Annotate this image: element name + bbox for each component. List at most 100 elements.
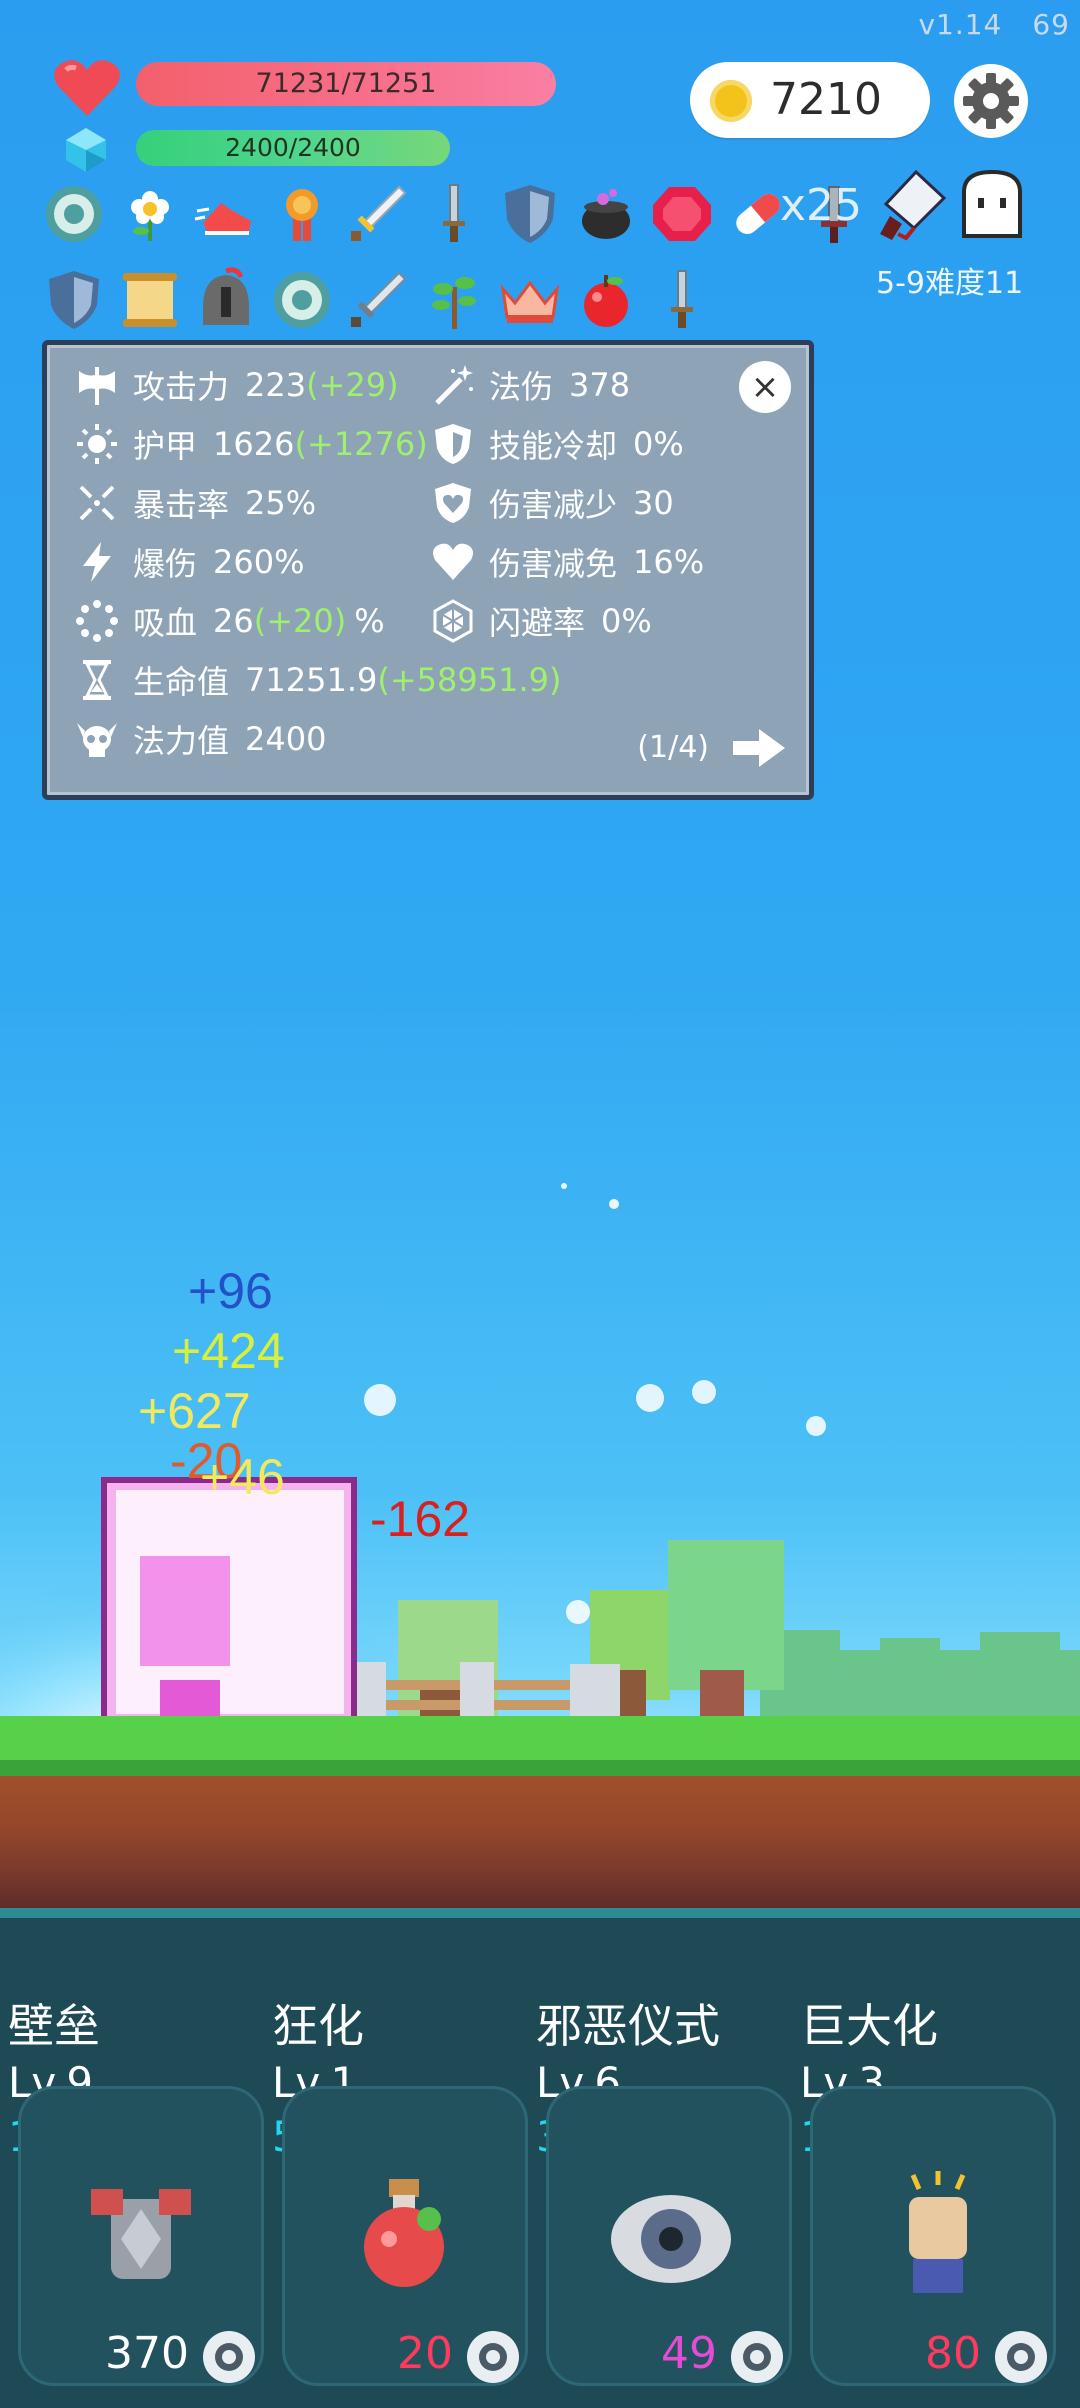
cleaver-icon: [880, 169, 947, 241]
heart-shield-icon: [425, 475, 481, 531]
skill-value: 80: [925, 2328, 981, 2379]
version-extra: 69: [1032, 8, 1070, 41]
heart-icon: [425, 534, 481, 590]
flower-icon[interactable]: [114, 178, 186, 250]
shield-ring-icon[interactable]: [266, 264, 338, 336]
stat-row-crit-rate: 暴击率 25%: [69, 475, 316, 531]
stat-row-crit-damage: 爆伤 260%: [69, 534, 305, 590]
hourglass-icon: [69, 652, 125, 708]
skull-icon: [69, 711, 125, 767]
heart-icon: [54, 60, 120, 116]
dagger-icon[interactable]: [646, 264, 718, 336]
page-indicator: (1/4): [637, 730, 709, 765]
stat-row-lifesteal: 吸血 26 (+20) %: [69, 593, 385, 649]
skill-card-bulwark[interactable]: 370: [18, 2086, 264, 2386]
lightning-icon: [69, 534, 125, 590]
stat-row-magic-damage: 法伤 378: [425, 357, 630, 413]
helmet-icon[interactable]: [190, 264, 262, 336]
stat-label: 法力值: [133, 722, 230, 760]
cauldron-icon[interactable]: [570, 178, 642, 250]
crown-icon[interactable]: [494, 264, 566, 336]
damage-number: +46: [200, 1448, 285, 1506]
gear-icon: [963, 73, 1019, 129]
next-page-button[interactable]: [729, 723, 789, 773]
sword-icon[interactable]: [342, 178, 414, 250]
cooldown-icon: [467, 2331, 519, 2383]
skill-card-giant[interactable]: 80: [810, 2086, 1056, 2386]
stat-value: 2400: [245, 720, 327, 758]
dirt-ground: [0, 1776, 1080, 1912]
stat-value: 30: [633, 484, 674, 522]
damage-number-text: +96: [188, 1263, 273, 1319]
skill-card-evil-ritual[interactable]: 49: [546, 2086, 792, 2386]
version-info: v1.14 69: [918, 8, 1070, 41]
stat-label: 法伤: [489, 368, 554, 406]
stat-label: 闪避率: [489, 604, 586, 642]
skill-name: 壁垒: [8, 1999, 100, 2053]
cooldown-shield-icon: [425, 416, 481, 472]
fist-icon: [909, 2171, 967, 2293]
stat-bonus: (+20): [253, 602, 347, 640]
damage-number-text: -162: [370, 1491, 471, 1547]
settings-button[interactable]: [954, 64, 1028, 138]
stat-value: 378: [569, 366, 631, 404]
sun-icon: [69, 416, 125, 472]
stat-label: 吸血: [133, 604, 198, 642]
scroll-icon[interactable]: [114, 264, 186, 336]
eye-icon: [611, 2195, 731, 2283]
ruby-icon[interactable]: [646, 178, 718, 250]
stat-label: 暴击率: [133, 486, 230, 524]
damage-number-text: +46: [200, 1449, 285, 1505]
stat-label: 护甲: [133, 427, 198, 465]
sneaker-icon[interactable]: [190, 178, 262, 250]
coin-value: 7210: [770, 74, 882, 125]
stat-bonus: (+1276): [294, 425, 428, 463]
inventory-row-2: [38, 264, 1038, 342]
skill-value: 370: [105, 2328, 189, 2379]
skill-name: 巨大化: [800, 1999, 938, 2053]
damage-number: -162: [370, 1490, 470, 1548]
shield-ring-icon[interactable]: [38, 178, 110, 250]
wand-icon: [425, 357, 481, 413]
stat-value: 1626: [213, 425, 295, 463]
damage-number-text: +627: [138, 1383, 251, 1439]
shield-icon[interactable]: [494, 178, 566, 250]
damage-number-text: +424: [172, 1323, 285, 1379]
stat-suffix: %: [354, 602, 385, 640]
stat-label: 生命值: [133, 663, 230, 701]
cooldown-icon: [731, 2331, 783, 2383]
dodge-icon: [425, 593, 481, 649]
stat-row-armor: 护甲 1626 (+1276): [69, 416, 428, 472]
stat-row-mp: 法力值 2400: [69, 711, 326, 767]
hp-text: 71231/71251: [255, 68, 437, 99]
stat-row-cooldown: 技能冷却 0%: [425, 416, 684, 472]
cooldown-icon: [203, 2331, 255, 2383]
skill-card-berserk[interactable]: 20: [282, 2086, 528, 2386]
medal-icon[interactable]: [266, 178, 338, 250]
coin-icon: [710, 80, 752, 122]
lifesteal-icon: [69, 593, 125, 649]
shield-icon[interactable]: [38, 264, 110, 336]
sword-icon[interactable]: [342, 264, 414, 336]
stat-bonus: (+58951.9): [377, 661, 562, 699]
damage-number: +424: [172, 1322, 285, 1380]
skill-name: 邪恶仪式: [536, 1999, 720, 2053]
mp-text: 2400/2400: [225, 133, 361, 162]
ghost-icon: [962, 169, 1022, 238]
close-button[interactable]: ×: [739, 361, 791, 413]
stat-value: 260%: [213, 543, 305, 581]
apple-icon[interactable]: [570, 264, 642, 336]
crit-icon: [69, 475, 125, 531]
stat-row-damage-reduction: 伤害减少 30: [425, 475, 674, 531]
mana-gem-icon: [66, 128, 106, 172]
coin-counter: 7210: [690, 62, 930, 138]
dagger-icon[interactable]: [418, 178, 490, 250]
stat-row-attack: 攻击力 223 (+29): [69, 357, 399, 413]
particle-layer: [561, 1183, 619, 1209]
sapling-icon[interactable]: [418, 264, 490, 336]
stat-value: 16%: [633, 543, 705, 581]
stat-value: 0%: [633, 425, 684, 463]
hp-bar: 71231/71251: [136, 62, 556, 106]
version-label: v1.14: [918, 8, 1003, 41]
stat-label: 攻击力: [133, 368, 230, 406]
